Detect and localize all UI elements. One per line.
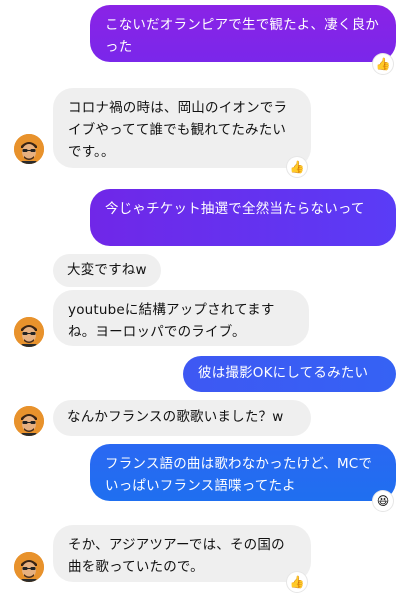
message-bubble-outgoing[interactable]: こないだオランピアで生で観たよ、凄く良かった	[90, 5, 396, 62]
message-bubble-outgoing[interactable]: フランス語の曲は歌わなかったけど、MCでいっぱいフランス語喋ってたよ	[90, 444, 396, 501]
message-text: youtubeに結構アップされてますね。ヨーロッパでのライブ。	[68, 302, 275, 340]
message-text: なんかフランスの歌歌いました？w	[67, 409, 284, 425]
thumbs-up-icon: 👍	[375, 57, 391, 71]
reaction-badge[interactable]: 👍	[287, 572, 307, 592]
message-text: 大変ですねw	[67, 262, 147, 278]
thumbs-up-icon: 👍	[289, 160, 305, 174]
contact-avatar-icon[interactable]	[14, 552, 44, 582]
message-bubble-outgoing[interactable]: 彼は撮影OKにしてるみたい	[183, 356, 396, 392]
message-bubble-incoming[interactable]: 大変ですねw	[53, 254, 161, 287]
message-text: コロナ禍の時は、岡山のイオンでライブやってて誰でも観れてたみたいです。。	[68, 100, 288, 160]
thumbs-up-icon: 👍	[289, 575, 305, 589]
message-bubble-incoming[interactable]: youtubeに結構アップされてますね。ヨーロッパでのライブ。	[53, 290, 309, 346]
contact-avatar-icon[interactable]	[14, 406, 44, 436]
message-bubble-incoming[interactable]: なんかフランスの歌歌いました？w	[53, 400, 311, 436]
message-bubble-incoming[interactable]: コロナ禍の時は、岡山のイオンでライブやってて誰でも観れてたみたいです。。	[53, 88, 311, 168]
message-text: 今じゃチケット抽選で全然当たらないって	[105, 201, 365, 217]
message-text: そか、アジアツアーでは、その国の曲を歌っていたので。	[68, 537, 285, 575]
contact-avatar-icon[interactable]	[14, 134, 44, 164]
message-bubble-incoming[interactable]: そか、アジアツアーでは、その国の曲を歌っていたので。	[53, 525, 311, 582]
reaction-badge[interactable]: 😆	[373, 491, 393, 511]
reaction-badge[interactable]: 👍	[287, 157, 307, 177]
message-text: フランス語の曲は歌わなかったけど、MCでいっぱいフランス語喋ってたよ	[105, 456, 373, 494]
message-text: こないだオランピアで生で観たよ、凄く良かった	[105, 17, 379, 55]
message-text: 彼は撮影OKにしてるみたい	[198, 365, 369, 381]
contact-avatar-icon[interactable]	[14, 317, 44, 347]
reaction-badge[interactable]: 👍	[373, 54, 393, 74]
laughing-face-icon: 😆	[376, 494, 390, 508]
message-bubble-outgoing[interactable]: 今じゃチケット抽選で全然当たらないって	[90, 189, 396, 246]
